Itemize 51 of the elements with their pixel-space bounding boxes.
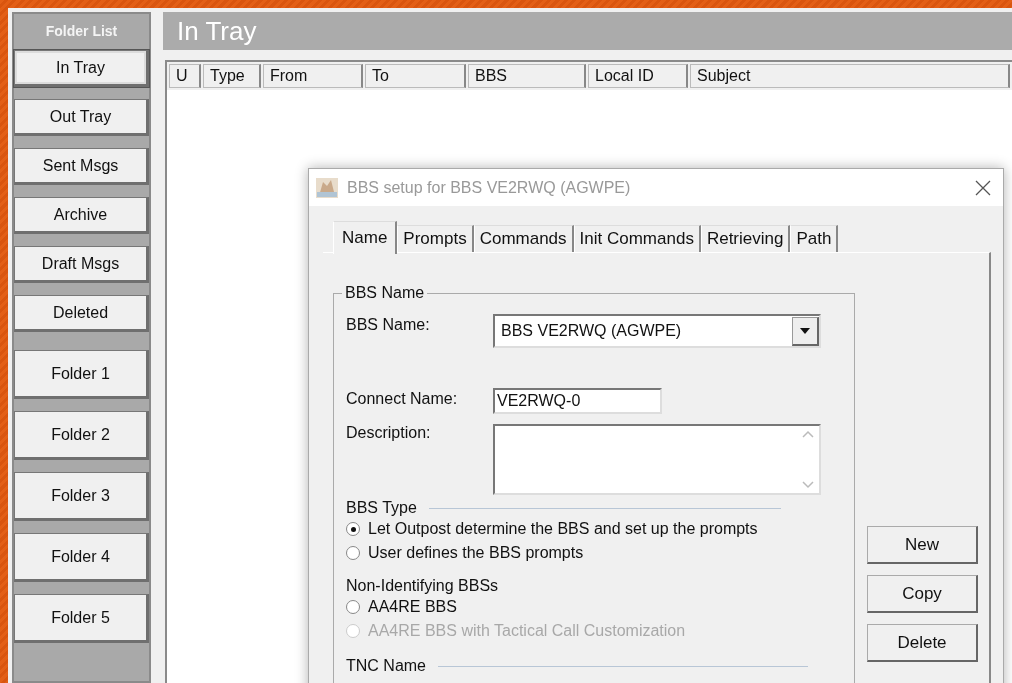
scroll-up-icon[interactable] — [802, 430, 814, 438]
folder-button[interactable]: Draft Msgs — [14, 246, 149, 283]
tab[interactable]: Init Commands — [573, 225, 701, 252]
radio-button[interactable] — [346, 600, 360, 614]
dialog-button[interactable]: Copy — [867, 575, 978, 613]
folder-button[interactable]: Folder 1 — [14, 350, 149, 399]
dropdown-arrow-icon[interactable] — [800, 327, 810, 334]
folder-button[interactable]: Archive — [14, 197, 149, 234]
tab[interactable]: Path — [790, 225, 839, 252]
dialog-button[interactable]: New — [867, 526, 978, 564]
column-header[interactable]: From — [263, 64, 363, 88]
column-header[interactable]: Subject — [690, 64, 1010, 88]
tab[interactable]: Retrieving — [700, 225, 791, 252]
folder-button[interactable]: Out Tray — [14, 99, 149, 136]
field-label: BBS Name: — [346, 315, 431, 334]
radio-label: User defines the BBS prompts — [368, 544, 584, 562]
column-header[interactable]: To — [365, 64, 466, 88]
bbs-name-dropdown[interactable]: BBS VE2RWQ (AGWPE) — [493, 314, 821, 348]
folder-button[interactable]: Folder 4 — [14, 533, 149, 582]
field-label: Description: — [346, 424, 432, 442]
column-header[interactable]: Local ID — [588, 64, 688, 88]
folder-button[interactable]: Deleted — [14, 295, 149, 332]
section-title: BBS Type — [346, 499, 417, 517]
description-field[interactable] — [493, 424, 821, 495]
column-header[interactable]: BBS — [468, 64, 586, 88]
folder-button[interactable]: Sent Msgs — [14, 148, 149, 185]
connect-name-field[interactable]: VE2RWQ-0 — [493, 388, 662, 414]
folder-header: In Tray — [163, 12, 1012, 50]
column-header[interactable]: Type — [203, 64, 261, 88]
folder-button[interactable]: Folder 2 — [14, 411, 149, 460]
close-icon[interactable] — [975, 179, 991, 196]
radio-label: AA4RE BBS — [368, 598, 457, 616]
column-header[interactable]: U — [169, 64, 201, 88]
section-title: Non-Identifying BBSs — [346, 577, 499, 595]
folder-button[interactable]: Folder 5 — [14, 594, 149, 643]
sidebar-title: Folder List — [45, 23, 118, 39]
folder-button[interactable]: In Tray — [14, 50, 149, 87]
app-icon — [315, 175, 339, 200]
tab[interactable]: Commands — [473, 225, 574, 252]
tab[interactable]: Name — [333, 221, 398, 254]
section-title: TNC Name — [346, 657, 426, 675]
tab[interactable]: Prompts — [397, 225, 474, 252]
radio-label: AA4RE BBS with Tactical Call Customization — [368, 622, 686, 640]
dialog-title: BBS setup for BBS VE2RWQ (AGWPE) — [347, 178, 632, 197]
folder-button[interactable]: Folder 3 — [14, 472, 149, 521]
radio-label: Let Outpost determine the BBS and set up the prompts — [368, 520, 758, 538]
radio-button[interactable] — [346, 546, 360, 560]
scroll-down-icon[interactable] — [802, 481, 814, 489]
field-label: Connect Name: — [346, 389, 459, 408]
dialog-button[interactable]: Delete — [867, 624, 978, 662]
radio-button[interactable] — [346, 522, 360, 536]
